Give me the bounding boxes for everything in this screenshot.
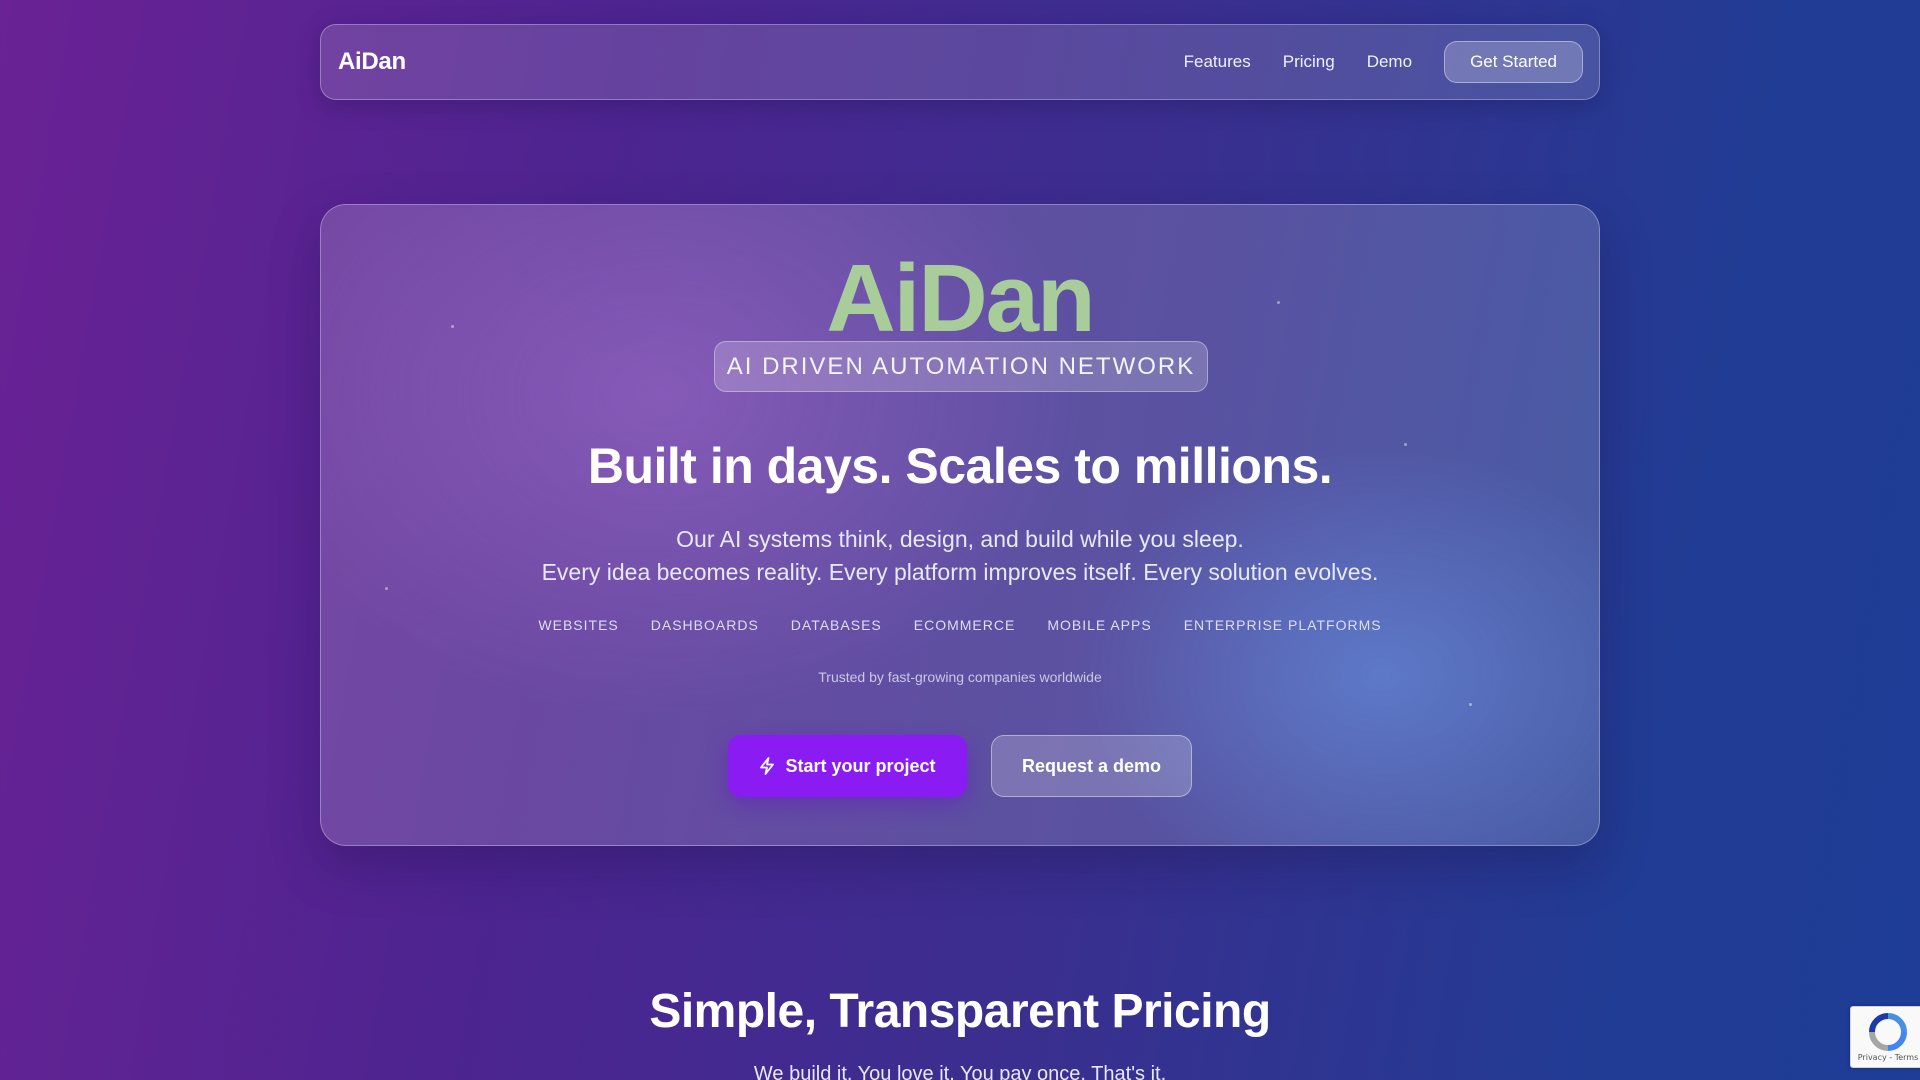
hero-subtitle-line: Our AI systems think, design, and build … [676,526,1244,552]
lightning-icon [760,757,775,775]
nav-link-pricing[interactable]: Pricing [1283,52,1335,72]
nav-link-features[interactable]: Features [1184,52,1251,72]
hero-subtitle: Our AI systems think, design, and build … [321,523,1599,589]
pricing-title: Simple, Transparent Pricing [649,985,1271,1038]
start-project-button[interactable]: Start your project [728,735,967,797]
recaptcha-footer[interactable]: Privacy - Terms [1858,1053,1919,1062]
brand-logo[interactable]: AiDan [338,48,406,76]
recaptcha-icon [1869,1012,1907,1051]
tag-dashboards: DASHBOARDS [650,617,759,633]
hero-buttons: Start your project Request a demo [321,735,1599,797]
hero-card: AiDan AI DRIVEN AUTOMATION NETWORK Built… [320,204,1600,846]
top-navbar: AiDan Features Pricing Demo Get Started [320,24,1600,100]
tag-mobile-apps: MOBILE APPS [1047,617,1152,633]
get-started-button[interactable]: Get Started [1444,41,1583,83]
decorative-dot [1469,703,1472,706]
hero-title: Built in days. Scales to millions. [587,438,1333,494]
request-demo-button[interactable]: Request a demo [991,735,1192,797]
trusted-text: Trusted by fast-growing companies worldw… [818,669,1102,685]
tag-enterprise-platforms: ENTERPRISE PLATFORMS [1183,617,1382,633]
hero-badge: AI DRIVEN AUTOMATION NETWORK [714,341,1208,392]
tag-databases: DATABASES [790,617,882,633]
nav-link-demo[interactable]: Demo [1367,52,1412,72]
hero-logo: AiDan [826,245,1095,352]
start-project-label: Start your project [785,755,936,776]
pricing-subtitle: We build it. You love it. You pay once. … [753,1063,1167,1080]
hero-subtitle-line: Every idea becomes reality. Every platfo… [541,559,1379,585]
tag-ecommerce: ECOMMERCE [913,617,1016,633]
tag-websites: WEBSITES [538,617,619,633]
recaptcha-badge[interactable]: Privacy - Terms [1850,1006,1920,1068]
service-tags: WEBSITES DASHBOARDS DATABASES ECOMMERCE … [321,617,1599,633]
nav-links: Features Pricing Demo Get Started [1152,41,1583,83]
